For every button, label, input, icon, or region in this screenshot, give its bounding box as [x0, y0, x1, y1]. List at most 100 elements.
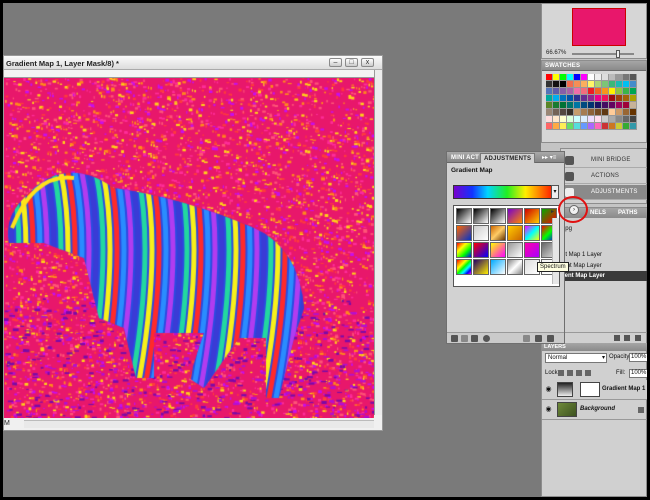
swatch[interactable]	[546, 116, 553, 123]
return-to-list-icon[interactable]	[451, 335, 458, 342]
clip-to-layer-icon[interactable]	[471, 335, 478, 342]
new-document-icon[interactable]	[614, 335, 620, 341]
adjustments-panel-header[interactable]: MINI ACT ADJUSTMENTS ▸▸ ▾≡	[447, 152, 564, 163]
swatch[interactable]	[616, 123, 623, 130]
gradient-preset-swatch[interactable]	[524, 242, 540, 258]
swatch[interactable]	[546, 81, 553, 88]
lock-position-icon[interactable]	[576, 370, 582, 376]
swatch[interactable]	[546, 123, 553, 130]
layers-tab[interactable]: LAYERS	[544, 344, 566, 350]
swatch[interactable]	[567, 74, 574, 81]
gradient-preset-swatch[interactable]	[490, 259, 506, 275]
trash-icon[interactable]	[547, 335, 554, 342]
lock-pixels-icon[interactable]	[567, 370, 573, 376]
gradient-preset-swatch[interactable]	[524, 208, 540, 224]
swatch[interactable]	[609, 109, 616, 116]
layer-mask-thumbnail[interactable]	[580, 382, 600, 397]
swatch[interactable]	[560, 123, 567, 130]
swatch[interactable]	[553, 123, 560, 130]
swatch[interactable]	[567, 88, 574, 95]
reset-icon[interactable]	[535, 335, 542, 342]
tab-paths[interactable]: PATHS	[616, 209, 639, 218]
close-button[interactable]: x	[361, 58, 374, 67]
layer-row-background[interactable]: ◉ Background	[542, 400, 647, 420]
swatch[interactable]	[609, 88, 616, 95]
swatch[interactable]	[616, 88, 623, 95]
document-titlebar[interactable]: Gradient Map 1, Layer Mask/8) * – □ x	[4, 56, 382, 70]
swatch[interactable]	[630, 123, 637, 130]
gradient-preset-swatch[interactable]	[490, 208, 506, 224]
tab-mini-actions[interactable]: MINI ACT	[448, 153, 482, 163]
gradient-preset-swatch[interactable]	[456, 208, 472, 224]
gradient-preset-swatch[interactable]	[524, 225, 540, 241]
opacity-field[interactable]: 100%	[629, 353, 647, 362]
swatch[interactable]	[623, 123, 630, 130]
panel-menu-icon[interactable]: ▸▸ ▾≡	[542, 154, 556, 161]
swatch[interactable]	[630, 116, 637, 123]
swatch[interactable]	[609, 81, 616, 88]
gradient-preset-swatch[interactable]	[507, 242, 523, 258]
swatch[interactable]	[595, 109, 602, 116]
gradient-dropdown-arrow[interactable]: ▾	[551, 185, 559, 199]
panel-flyout-arrow-icon[interactable]: ›	[569, 205, 579, 215]
swatch[interactable]	[630, 74, 637, 81]
navigator-zoom-value[interactable]: 66.67%	[546, 50, 566, 56]
swatch[interactable]	[574, 74, 581, 81]
swatch[interactable]	[623, 102, 630, 109]
swatch[interactable]	[602, 109, 609, 116]
swatch[interactable]	[623, 74, 630, 81]
swatch[interactable]	[630, 102, 637, 109]
swatch[interactable]	[574, 88, 581, 95]
vertical-scrollbar[interactable]	[374, 70, 382, 415]
gradient-preset-swatch[interactable]	[456, 259, 472, 275]
swatch[interactable]	[630, 88, 637, 95]
trash-icon[interactable]	[635, 335, 641, 341]
swatch[interactable]	[609, 123, 616, 130]
swatch[interactable]	[602, 81, 609, 88]
swatch[interactable]	[574, 116, 581, 123]
swatch-grid[interactable]	[546, 74, 646, 142]
swatch[interactable]	[588, 123, 595, 130]
blend-mode-select[interactable]: Normal ▾	[545, 353, 607, 363]
swatch[interactable]	[546, 88, 553, 95]
swatches-tab[interactable]: SWATCHES	[545, 63, 580, 69]
swatch[interactable]	[581, 88, 588, 95]
swatch[interactable]	[567, 116, 574, 123]
gradient-preset-swatch[interactable]	[456, 225, 472, 241]
gradient-preset-swatch[interactable]	[490, 225, 506, 241]
swatch[interactable]	[588, 95, 595, 102]
gradient-preset-swatch[interactable]	[490, 242, 506, 258]
swatch[interactable]	[609, 102, 616, 109]
swatch[interactable]	[595, 116, 602, 123]
mini-bridge-button[interactable]: MINI BRIDGE	[561, 153, 647, 168]
visibility-toggle-icon[interactable]	[483, 335, 490, 342]
maximize-button[interactable]: □	[345, 58, 358, 67]
swatch[interactable]	[567, 123, 574, 130]
swatch[interactable]	[553, 102, 560, 109]
swatch[interactable]	[553, 116, 560, 123]
horizontal-scrollbar[interactable]	[24, 420, 374, 428]
swatch[interactable]	[602, 116, 609, 123]
swatch[interactable]	[553, 81, 560, 88]
swatch[interactable]	[623, 109, 630, 116]
minimize-button[interactable]: –	[329, 58, 342, 67]
swatch[interactable]	[560, 116, 567, 123]
swatch[interactable]	[581, 116, 588, 123]
tab-channels[interactable]: NELS	[588, 209, 608, 218]
lock-all-icon[interactable]	[585, 370, 591, 376]
swatch[interactable]	[588, 116, 595, 123]
swatch[interactable]	[560, 95, 567, 102]
swatch[interactable]	[609, 74, 616, 81]
swatch[interactable]	[581, 109, 588, 116]
picker-scrollbar[interactable]	[552, 218, 559, 284]
swatch[interactable]	[616, 95, 623, 102]
visibility-eye-icon[interactable]: ◉	[544, 405, 553, 413]
swatch[interactable]	[560, 109, 567, 116]
swatch[interactable]	[546, 95, 553, 102]
swatch[interactable]	[560, 74, 567, 81]
swatch[interactable]	[595, 88, 602, 95]
swatch[interactable]	[595, 74, 602, 81]
swatch[interactable]	[581, 81, 588, 88]
swatch[interactable]	[574, 95, 581, 102]
gradient-preset-swatch[interactable]	[473, 225, 489, 241]
